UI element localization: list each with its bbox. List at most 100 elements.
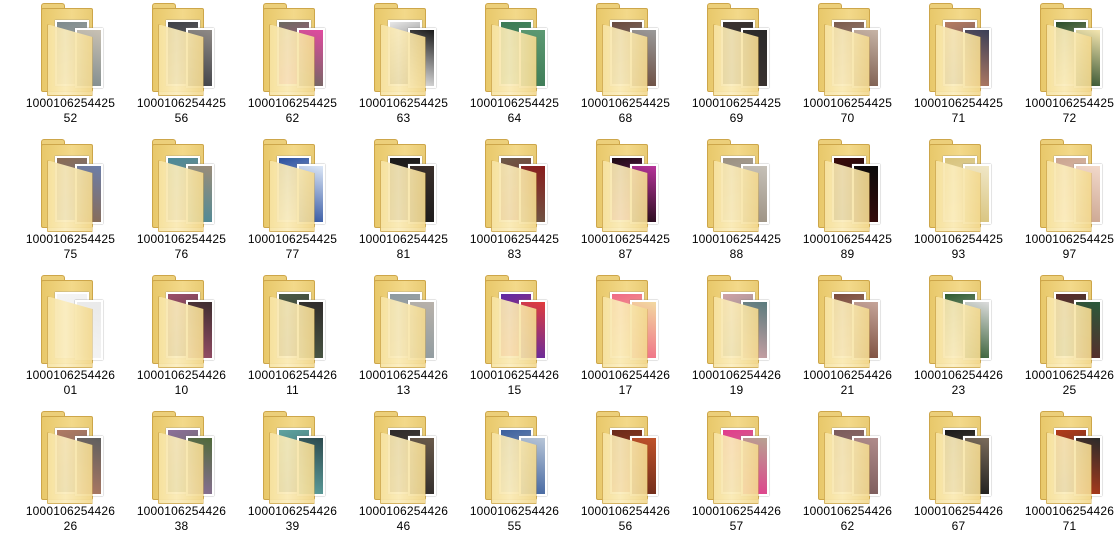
folder-name: 1000106254425 71 — [909, 96, 1009, 126]
folder-name: 1000106254426 67 — [909, 504, 1009, 534]
folder-name: 1000106254425 83 — [465, 232, 565, 262]
folder-icon — [812, 274, 884, 368]
folder-item[interactable]: 1000106254425 52 — [15, 0, 126, 136]
folder-name: 1000106254425 64 — [465, 96, 565, 126]
folder-item[interactable]: 1000106254426 15 — [459, 272, 570, 408]
folder-name-line-1: 1000106254426 — [25, 504, 116, 518]
folder-name-line-1: 1000106254426 — [913, 504, 1004, 518]
folder-item[interactable]: 1000106254425 83 — [459, 136, 570, 272]
folder-item[interactable]: 1000106254426 38 — [126, 408, 237, 544]
folder-item[interactable]: 1000106254426 26 — [15, 408, 126, 544]
folder-name-line-1: 1000106254426 — [802, 504, 893, 518]
folder-item[interactable]: 1000106254426 17 — [570, 272, 681, 408]
folder-name-line-2: 56 — [618, 519, 633, 533]
folder-item[interactable]: 1000106254425 56 — [126, 0, 237, 136]
folder-item[interactable]: 1000106254425 89 — [792, 136, 903, 272]
folder-name: 1000106254426 15 — [465, 368, 565, 398]
folder-item[interactable]: 1000106254425 88 — [681, 136, 792, 272]
folder-name-line-2: 88 — [729, 247, 744, 261]
folder-item[interactable]: 1000106254425 75 — [15, 136, 126, 272]
folder-item[interactable]: 1000106254425 68 — [570, 0, 681, 136]
folder-item[interactable]: 1000106254425 63 — [348, 0, 459, 136]
folder-name: 1000106254425 72 — [1020, 96, 1117, 126]
folder-icon — [257, 274, 329, 368]
folder-name-line-2: 21 — [840, 383, 855, 397]
folder-name-line-2: 62 — [285, 111, 300, 125]
folder-name-line-1: 1000106254426 — [358, 368, 449, 382]
folder-name-line-1: 1000106254426 — [691, 504, 782, 518]
folder-icon — [368, 138, 440, 232]
folder-name-line-1: 1000106254426 — [1024, 504, 1115, 518]
folder-item[interactable]: 1000106254425 69 — [681, 0, 792, 136]
folder-name-line-1: 1000106254425 — [691, 232, 782, 246]
folder-item[interactable]: 1000106254425 87 — [570, 136, 681, 272]
folder-name: 1000106254425 87 — [576, 232, 676, 262]
folder-icon — [479, 274, 551, 368]
folder-item[interactable]: 1000106254426 57 — [681, 408, 792, 544]
folder-item[interactable]: 1000106254425 72 — [1014, 0, 1117, 136]
folder-item[interactable]: 1000106254426 01 — [15, 272, 126, 408]
folder-name-line-1: 1000106254425 — [913, 232, 1004, 246]
folder-icon — [590, 410, 662, 504]
folder-item[interactable]: 1000106254426 13 — [348, 272, 459, 408]
folder-name-line-1: 1000106254425 — [136, 232, 227, 246]
folder-item[interactable]: 1000106254426 23 — [903, 272, 1014, 408]
folder-item[interactable]: 1000106254425 81 — [348, 136, 459, 272]
folder-icon — [35, 274, 107, 368]
folder-item[interactable]: 1000106254426 62 — [792, 408, 903, 544]
folder-name-line-1: 1000106254425 — [358, 232, 449, 246]
folder-item[interactable]: 1000106254426 46 — [348, 408, 459, 544]
folder-name: 1000106254426 62 — [798, 504, 898, 534]
folder-icon — [146, 2, 218, 96]
folder-name-line-2: 15 — [507, 383, 522, 397]
folder-item[interactable]: 1000106254426 25 — [1014, 272, 1117, 408]
folder-name: 1000106254425 77 — [243, 232, 343, 262]
folder-item[interactable]: 1000106254425 71 — [903, 0, 1014, 136]
folder-icon — [812, 410, 884, 504]
folder-item[interactable]: 1000106254426 56 — [570, 408, 681, 544]
folder-name: 1000106254425 63 — [354, 96, 454, 126]
folder-item[interactable]: 1000106254425 64 — [459, 0, 570, 136]
folder-name-line-1: 1000106254426 — [469, 368, 560, 382]
folder-name-line-2: 89 — [840, 247, 855, 261]
folder-grid: 1000106254425 52 1000106254425 56 1000106254… — [0, 0, 1117, 545]
folder-name-line-2: 56 — [174, 111, 189, 125]
folder-name: 1000106254425 68 — [576, 96, 676, 126]
folder-item[interactable]: 1000106254426 71 — [1014, 408, 1117, 544]
folder-name-line-1: 1000106254425 — [913, 96, 1004, 110]
folder-name: 1000106254426 19 — [687, 368, 787, 398]
folder-item[interactable]: 1000106254426 67 — [903, 408, 1014, 544]
folder-name-line-1: 1000106254425 — [802, 96, 893, 110]
folder-name: 1000106254426 55 — [465, 504, 565, 534]
folder-item[interactable]: 1000106254426 21 — [792, 272, 903, 408]
folder-name-line-1: 1000106254426 — [913, 368, 1004, 382]
folder-name-line-1: 1000106254425 — [691, 96, 782, 110]
folder-item[interactable]: 1000106254426 11 — [237, 272, 348, 408]
folder-name: 1000106254426 39 — [243, 504, 343, 534]
folder-name: 1000106254425 89 — [798, 232, 898, 262]
folder-name-line-2: 52 — [63, 111, 78, 125]
folder-item[interactable]: 1000106254426 55 — [459, 408, 570, 544]
folder-name-line-2: 83 — [507, 247, 522, 261]
folder-name-line-2: 68 — [618, 111, 633, 125]
folder-icon — [590, 138, 662, 232]
folder-item[interactable]: 1000106254425 93 — [903, 136, 1014, 272]
folder-name: 1000106254425 62 — [243, 96, 343, 126]
folder-name-line-2: 39 — [285, 519, 300, 533]
folder-name-line-2: 62 — [840, 519, 855, 533]
folder-icon — [701, 2, 773, 96]
folder-icon — [257, 2, 329, 96]
folder-item[interactable]: 1000106254425 77 — [237, 136, 348, 272]
folder-item[interactable]: 1000106254425 97 — [1014, 136, 1117, 272]
folder-icon — [701, 274, 773, 368]
folder-item[interactable]: 1000106254426 19 — [681, 272, 792, 408]
folder-name-line-2: 76 — [174, 247, 189, 261]
folder-icon — [479, 2, 551, 96]
folder-item[interactable]: 1000106254426 39 — [237, 408, 348, 544]
folder-item[interactable]: 1000106254425 70 — [792, 0, 903, 136]
folder-item[interactable]: 1000106254426 10 — [126, 272, 237, 408]
folder-name: 1000106254425 97 — [1020, 232, 1117, 262]
folder-name-line-1: 1000106254426 — [25, 368, 116, 382]
folder-item[interactable]: 1000106254425 62 — [237, 0, 348, 136]
folder-item[interactable]: 1000106254425 76 — [126, 136, 237, 272]
